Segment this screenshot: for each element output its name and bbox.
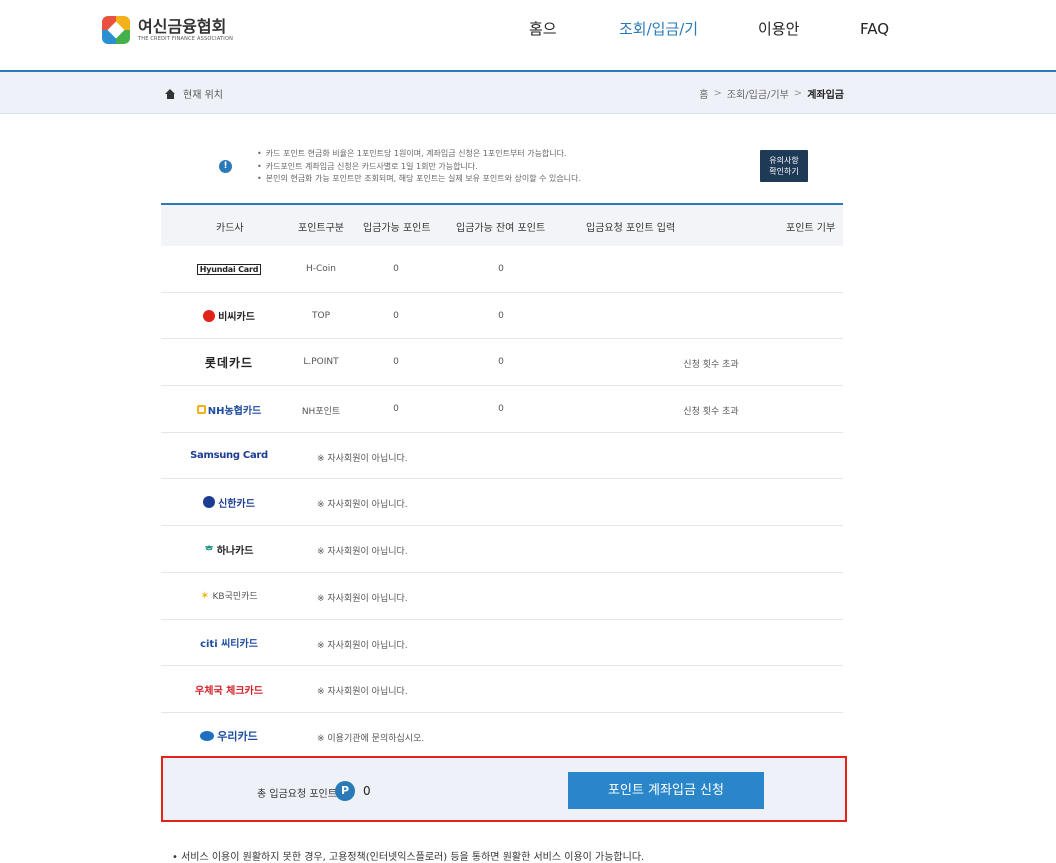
row-message: ※ 자사회원이 아닙니다.: [317, 593, 408, 604]
available-points: 0: [393, 310, 399, 321]
table-row: ᄒ 하나카드 ※ 자사회원이 아닙니다.: [161, 526, 843, 573]
view-precautions-button[interactable]: 유의사항 확인하기: [760, 150, 808, 182]
table-row: 롯데카드 L.POINT 0 0 신청 횟수 초과: [161, 339, 843, 387]
row-message: ※ 자사회원이 아닙니다.: [317, 453, 408, 464]
available-points: 0: [393, 404, 399, 415]
available-points: 0: [393, 357, 399, 368]
row-message: ※ 자사회원이 아닙니다.: [317, 500, 408, 511]
current-location: 현재 위치: [165, 86, 223, 101]
logo-mark-icon: [102, 16, 130, 44]
nh-card-name: NH농협카드: [207, 405, 262, 417]
table-row: Hyundai Card H-Coin 0 0: [161, 246, 843, 293]
remaining-points: 0: [498, 357, 504, 368]
bc-card-name: 비씨카드: [218, 312, 255, 324]
remaining-points: 0: [498, 310, 504, 321]
row-message: ※ 자사회원이 아닙니다.: [317, 640, 408, 651]
table-row: ✶ KB국민카드 ※ 자사회원이 아닙니다.: [161, 573, 843, 620]
breadcrumb-separator-icon: >: [793, 88, 803, 99]
citi-card-logo: citi 씨티카드: [200, 639, 258, 650]
hana-card-name: 하나카드: [216, 545, 254, 557]
point-type: L.POINT: [303, 357, 339, 368]
notice-item: 카드포인트 계좌입금 신청은 카드사별로 1일 1회만 가능합니다.: [257, 161, 581, 174]
breadcrumb-bar: 현재 위치 홈 > 조회/입금/기부 > 계좌입금: [0, 72, 1056, 114]
remaining-points: 0: [498, 404, 504, 415]
logo-title: 여신금융협회: [138, 16, 227, 36]
current-location-label: 현재 위치: [183, 90, 223, 101]
table-row: 우체국 체크카드 ※ 자사회원이 아닙니다.: [161, 666, 843, 713]
col-remaining-points: 입금가능 잔여 포인트: [456, 223, 546, 234]
breadcrumb-inquiry[interactable]: 조회/입금/기부: [727, 86, 789, 101]
footnote: • 서비스 이용이 원활하지 못한 경우, 고용정책(인터넷익스플로러) 등을 …: [172, 852, 645, 863]
site-logo[interactable]: 여신금융협회 THE CREDIT FINANCE ASSOCIATION: [102, 16, 233, 44]
shinhan-card-logo: 신한카드: [203, 495, 255, 510]
remaining-points: 0: [498, 264, 504, 274]
breadcrumb-current: 계좌입금: [807, 90, 844, 101]
breadcrumb: 홈 > 조회/입금/기부 > 계좌입금: [699, 86, 844, 101]
row-message: ※ 이용기관에 문의하십시오.: [317, 733, 425, 744]
nav-guide[interactable]: 이용안내: [758, 0, 813, 96]
view-precautions-line1: 유의사항: [769, 156, 799, 165]
shinhan-card-icon: [203, 496, 216, 509]
hana-card-icon: ᄒ: [204, 545, 214, 557]
points-table: 카드사 포인트구분 입금가능 포인트 입금가능 잔여 포인트 입금요청 포인트 …: [161, 203, 843, 760]
total-request-value: 0: [363, 784, 371, 798]
kb-card-logo: ✶ KB국민카드: [200, 589, 257, 602]
woori-card-icon: [200, 730, 215, 741]
table-row: 신한카드 ※ 자사회원이 아닙니다.: [161, 479, 843, 527]
woori-card-logo: 우리카드: [200, 728, 258, 744]
nav-home[interactable]: 홈으로: [529, 0, 569, 96]
point-type: H-Coin: [305, 264, 336, 274]
post-office-card-logo: 우체국 체크카드: [195, 685, 263, 697]
site-header: 여신금융협회 THE CREDIT FINANCE ASSOCIATION 홈으…: [0, 0, 1056, 96]
point-type: NH포인트: [301, 407, 341, 418]
col-point-type: 포인트구분: [298, 223, 344, 234]
point-badge-icon: P: [335, 781, 355, 801]
table-row: Samsung Card ※ 자사회원이 아닙니다.: [161, 433, 843, 480]
nav-faq[interactable]: FAQ: [860, 0, 890, 72]
nav-inquiry-deposit-donation[interactable]: 조회/입금/기부: [619, 0, 707, 96]
col-available-points: 입금가능 포인트: [363, 223, 431, 234]
row-message: ※ 자사회원이 아닙니다.: [317, 547, 408, 558]
nh-card-logo: NH농협카드: [196, 402, 262, 417]
table-row: citi 씨티카드 ※ 자사회원이 아닙니다.: [161, 620, 843, 667]
breadcrumb-home[interactable]: 홈: [699, 86, 708, 101]
home-icon: [165, 88, 176, 99]
kb-card-icon: ✶: [200, 589, 210, 603]
info-icon: !: [219, 160, 232, 173]
woori-card-name: 우리카드: [217, 729, 258, 743]
view-precautions-line2: 확인하기: [769, 167, 799, 176]
nh-card-icon: [196, 404, 206, 414]
col-point-donation: 포인트 기부: [786, 223, 836, 234]
available-points: 0: [393, 264, 399, 274]
kb-card-name: KB국민카드: [212, 592, 258, 603]
lotte-card-logo: 롯데카드: [204, 355, 254, 370]
hyundai-card-logo: Hyundai Card: [196, 263, 262, 275]
notice-item: 카드 포인트 현금화 비율은 1포인트당 1원이며, 계좌입금 신청은 1포인트…: [257, 148, 581, 161]
bc-card-logo: 비씨카드: [203, 308, 255, 323]
row-message: ※ 자사회원이 아닙니다.: [317, 687, 408, 698]
table-row: NH농협카드 NH포인트 0 0 신청 횟수 초과: [161, 386, 843, 433]
request-status: 신청 횟수 초과: [683, 360, 739, 371]
table-row: 비씨카드 TOP 0 0: [161, 293, 843, 340]
notice-box: ! 카드 포인트 현금화 비율은 1포인트당 1원이며, 계좌입금 신청은 1포…: [161, 140, 843, 190]
hana-card-logo: ᄒ 하나카드: [204, 542, 253, 557]
shinhan-card-name: 신한카드: [218, 498, 255, 510]
table-header: 카드사 포인트구분 입금가능 포인트 입금가능 잔여 포인트 입금요청 포인트 …: [161, 205, 843, 246]
bc-card-icon: [203, 309, 216, 322]
notice-list: 카드 포인트 현금화 비율은 1포인트당 1원이며, 계좌입금 신청은 1포인트…: [257, 148, 581, 186]
total-request-label: 총 입금요청 포인트: [257, 789, 337, 800]
total-request-box: 총 입금요청 포인트 P 0 포인트 계좌입금 신청: [161, 756, 847, 822]
logo-subtitle: THE CREDIT FINANCE ASSOCIATION: [138, 35, 234, 42]
col-request-input: 입금요청 포인트 입력: [586, 223, 676, 234]
point-type: TOP: [311, 310, 330, 321]
notice-item: 본인의 현금화 가능 포인트만 조회되며, 해당 포인트는 실제 보유 포인트와…: [257, 173, 581, 186]
request-status: 신청 횟수 초과: [683, 407, 739, 418]
breadcrumb-separator-icon: >: [713, 88, 722, 99]
table-row: 우리카드 ※ 이용기관에 문의하십시오.: [161, 713, 843, 760]
submit-deposit-button[interactable]: 포인트 계좌입금 신청: [568, 772, 764, 809]
samsung-card-logo: Samsung Card: [190, 450, 268, 462]
col-card-company: 카드사: [216, 223, 244, 234]
